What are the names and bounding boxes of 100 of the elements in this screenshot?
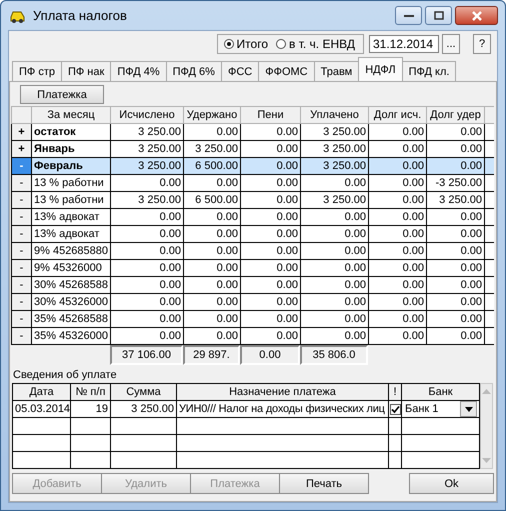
column-header[interactable]: Пени	[240, 106, 300, 124]
expand-toggle[interactable]: -	[12, 208, 32, 226]
table-cell: 0.00	[368, 310, 426, 328]
expand-toggle[interactable]: -	[12, 174, 32, 192]
table-cell: 0.00	[110, 276, 184, 294]
table-cell: 0.00	[368, 208, 426, 226]
table-cell: 0.00	[426, 226, 484, 242]
date-picker-button[interactable]: ...	[442, 34, 460, 54]
table-cell: 0.00	[240, 226, 300, 242]
table-cell: 0.00	[300, 310, 368, 328]
table-cell: 0.00	[300, 276, 368, 294]
total-cell: 35 806.0	[300, 345, 368, 365]
column-header[interactable]: Исчислено	[110, 106, 184, 124]
table-cell: 0.00	[110, 226, 184, 242]
total-cell: 29 897.	[183, 345, 240, 365]
table-cell: 0.00	[240, 294, 300, 310]
table-cell: -3 250.00	[426, 174, 484, 192]
expand-toggle[interactable]: -	[12, 276, 32, 294]
expand-toggle[interactable]: -	[12, 294, 32, 310]
table-cell: 0.00	[110, 294, 184, 310]
table-cell: 0.00	[300, 174, 368, 192]
payment-order-button[interactable]: Платежка	[20, 85, 104, 104]
table-cell: 0.00	[240, 208, 300, 226]
total-cell: 37 106.00	[110, 345, 183, 365]
table-cell: 3 250.00	[426, 192, 484, 208]
tab[interactable]: НДФЛ	[358, 57, 403, 81]
minimize-button[interactable]	[395, 6, 422, 25]
table-cell: 30% 45268588	[32, 276, 110, 294]
maximize-icon	[434, 11, 444, 20]
window-title: Уплата налогов	[33, 8, 127, 23]
help-button[interactable]: ?	[473, 34, 491, 54]
table-cell: 0.00	[368, 226, 426, 242]
tab[interactable]: ПФ стр	[12, 61, 62, 81]
column-header[interactable]: Банк	[402, 384, 480, 400]
table-cell: 0.00	[426, 294, 484, 310]
table-cell: 0.00	[184, 276, 240, 294]
expand-toggle[interactable]: -	[12, 310, 32, 328]
table-cell: 0.00	[184, 260, 240, 276]
table-cell: 0.00	[240, 260, 300, 276]
action-button[interactable]: Ok	[409, 473, 494, 494]
table-cell: 0.00	[110, 260, 184, 276]
table-cell: 0.00	[300, 226, 368, 242]
expand-toggle[interactable]: -	[12, 192, 32, 208]
table-cell: 0.00	[368, 192, 426, 208]
close-button[interactable]	[455, 6, 498, 25]
table-cell: 0.00	[300, 260, 368, 276]
column-header[interactable]: Уплачено	[300, 106, 368, 124]
table-cell: 30% 45326000	[32, 294, 110, 310]
table-cell: 0.00	[300, 208, 368, 226]
column-header[interactable]: !	[388, 384, 402, 400]
table-cell: 0.00	[300, 242, 368, 260]
table-cell: 0.00	[368, 158, 426, 174]
table-cell: 3 250.00	[110, 158, 184, 174]
radio-option[interactable]: Итого	[224, 37, 268, 51]
expand-toggle[interactable]: -	[12, 260, 32, 276]
date-field[interactable]: 31.12.2014	[369, 35, 439, 53]
column-header[interactable]: Сумма	[110, 384, 176, 400]
table-cell: 0.00	[368, 294, 426, 310]
column-header[interactable]: Назначение платежа	[176, 384, 388, 400]
table-cell: 0.00	[240, 310, 300, 328]
table-cell: 0.00	[368, 174, 426, 192]
table-cell: 19	[70, 400, 110, 418]
expand-toggle[interactable]: -	[12, 226, 32, 242]
table-cell: 0.00	[184, 242, 240, 260]
table-cell: 0.00	[368, 242, 426, 260]
tab[interactable]: ПФД кл.	[402, 61, 456, 81]
table-cell: 13% адвокат	[32, 208, 110, 226]
table-cell: 6 500.00	[184, 192, 240, 208]
expand-toggle[interactable]: +	[12, 124, 32, 140]
table-cell: остаток	[32, 124, 110, 140]
table-cell: 0.00	[368, 260, 426, 276]
table-cell: 0.00	[184, 226, 240, 242]
maximize-button[interactable]	[425, 6, 452, 25]
column-header[interactable]: Дата	[12, 384, 70, 400]
column-header[interactable]: № п/п	[70, 384, 110, 400]
table-cell: 0.00	[184, 174, 240, 192]
table-cell: 9% 45326000	[32, 260, 110, 276]
checkbox[interactable]	[390, 404, 400, 414]
table-cell: 0.00	[426, 260, 484, 276]
column-header[interactable]: Долг удер	[426, 106, 484, 124]
table-cell: 0.00	[240, 124, 300, 140]
radio-option[interactable]: в т. ч. ЕНВД	[276, 37, 355, 51]
table-cell: 0.00	[240, 174, 300, 192]
table-cell: УИН0/// Налог на доходы физических лиц	[176, 400, 388, 418]
expand-toggle[interactable]: -	[12, 242, 32, 260]
column-header[interactable]: За месяц	[32, 106, 110, 124]
bank-dropdown[interactable]: Банк 1	[402, 402, 478, 416]
table-cell: 0.00	[368, 124, 426, 140]
expand-toggle[interactable]: +	[12, 140, 32, 158]
column-header[interactable]: Удержано	[184, 106, 240, 124]
table-cell: 0.00	[368, 276, 426, 294]
expand-toggle[interactable]: -	[12, 328, 32, 344]
column-header[interactable]: Долг исч.	[368, 106, 426, 124]
action-button[interactable]: Печать	[279, 473, 369, 494]
table-cell: 3 250.00	[110, 124, 184, 140]
table-cell: 0.00	[426, 208, 484, 226]
table-cell: 0.00	[110, 328, 184, 344]
table-cell: 0.00	[240, 192, 300, 208]
table-cell: 3 250.00	[300, 192, 368, 208]
section-title: Сведения об уплате	[13, 369, 118, 381]
